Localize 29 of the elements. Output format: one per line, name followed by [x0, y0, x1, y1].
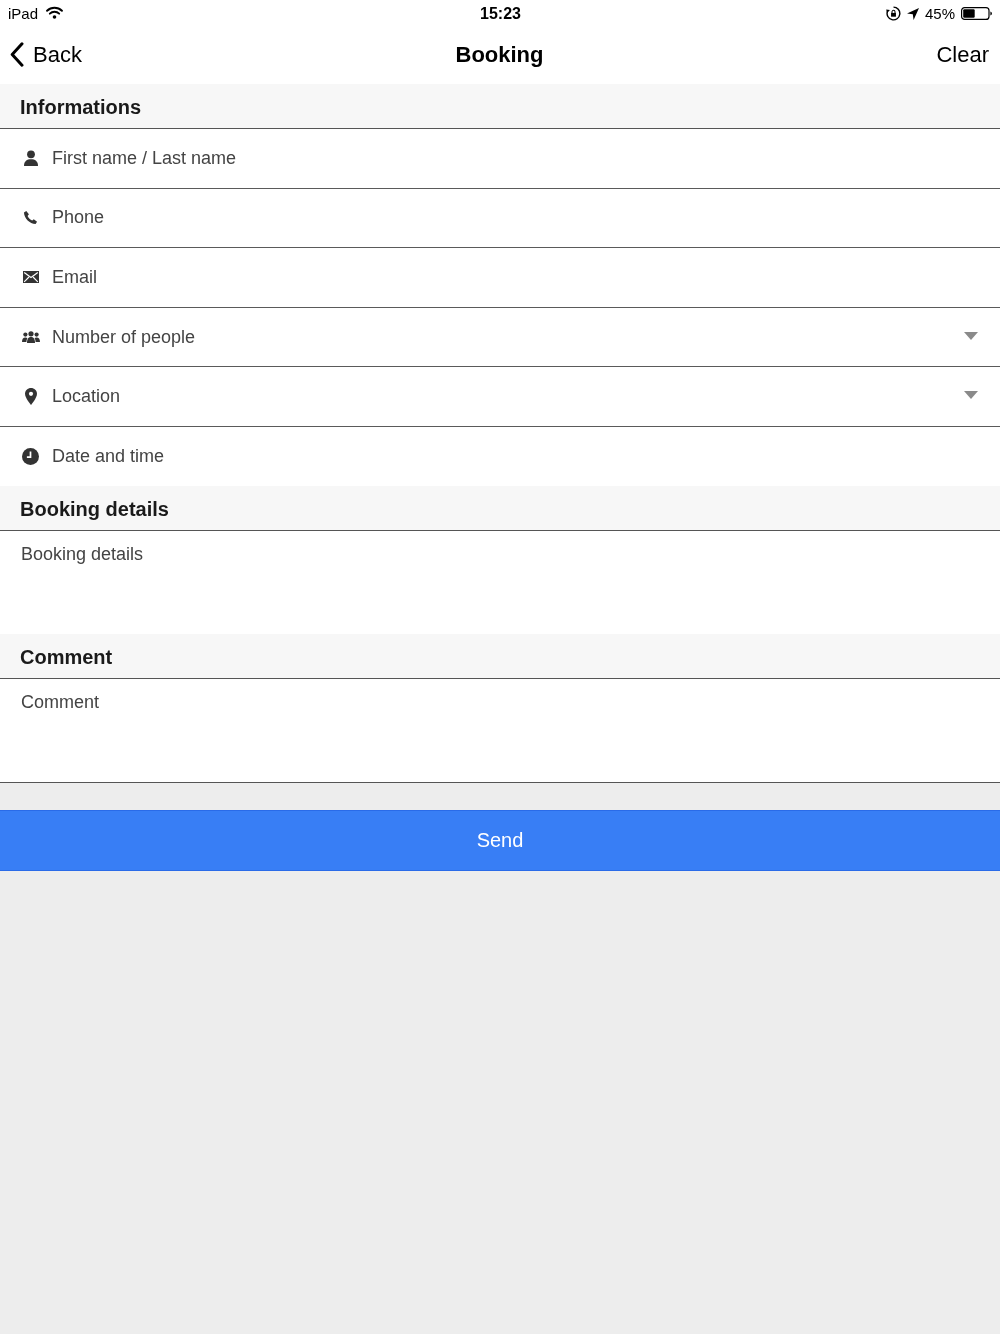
text-field[interactable]: Date and time: [52, 442, 1000, 471]
select-field[interactable]: Location: [52, 382, 1000, 411]
people-icon: [21, 330, 40, 343]
battery-icon: [961, 7, 993, 20]
person-icon: [22, 150, 39, 167]
send-button[interactable]: Send: [0, 810, 1000, 871]
map-pin-icon: [24, 387, 37, 405]
clear-button[interactable]: Clear: [936, 41, 989, 68]
clock-icon: [22, 447, 39, 465]
dropdown-caret-icon: [964, 391, 978, 400]
phone-icon: [23, 210, 38, 226]
envelope-icon: [22, 271, 39, 284]
status-time: 15:23: [480, 4, 521, 23]
device-name: iPad: [8, 4, 39, 23]
text-field[interactable]: First name / Last name: [52, 144, 1000, 173]
battery-percent: 45%: [924, 4, 955, 23]
text-field[interactable]: Email: [52, 263, 1000, 292]
wifi-icon: [46, 6, 64, 19]
back-button[interactable]: Back: [10, 41, 82, 68]
chevron-left-icon: [10, 42, 24, 67]
select-field[interactable]: Number of people: [52, 322, 1000, 351]
rotation-lock-icon: [885, 6, 901, 21]
text-field[interactable]: Phone: [52, 203, 1000, 232]
section-header: Booking details: [0, 486, 1000, 531]
section-header: Informations: [0, 84, 1000, 129]
dropdown-caret-icon: [964, 331, 978, 340]
page-title: Booking: [455, 41, 544, 68]
section-header: Comment: [0, 634, 1000, 679]
location-arrow-icon: [906, 7, 919, 20]
